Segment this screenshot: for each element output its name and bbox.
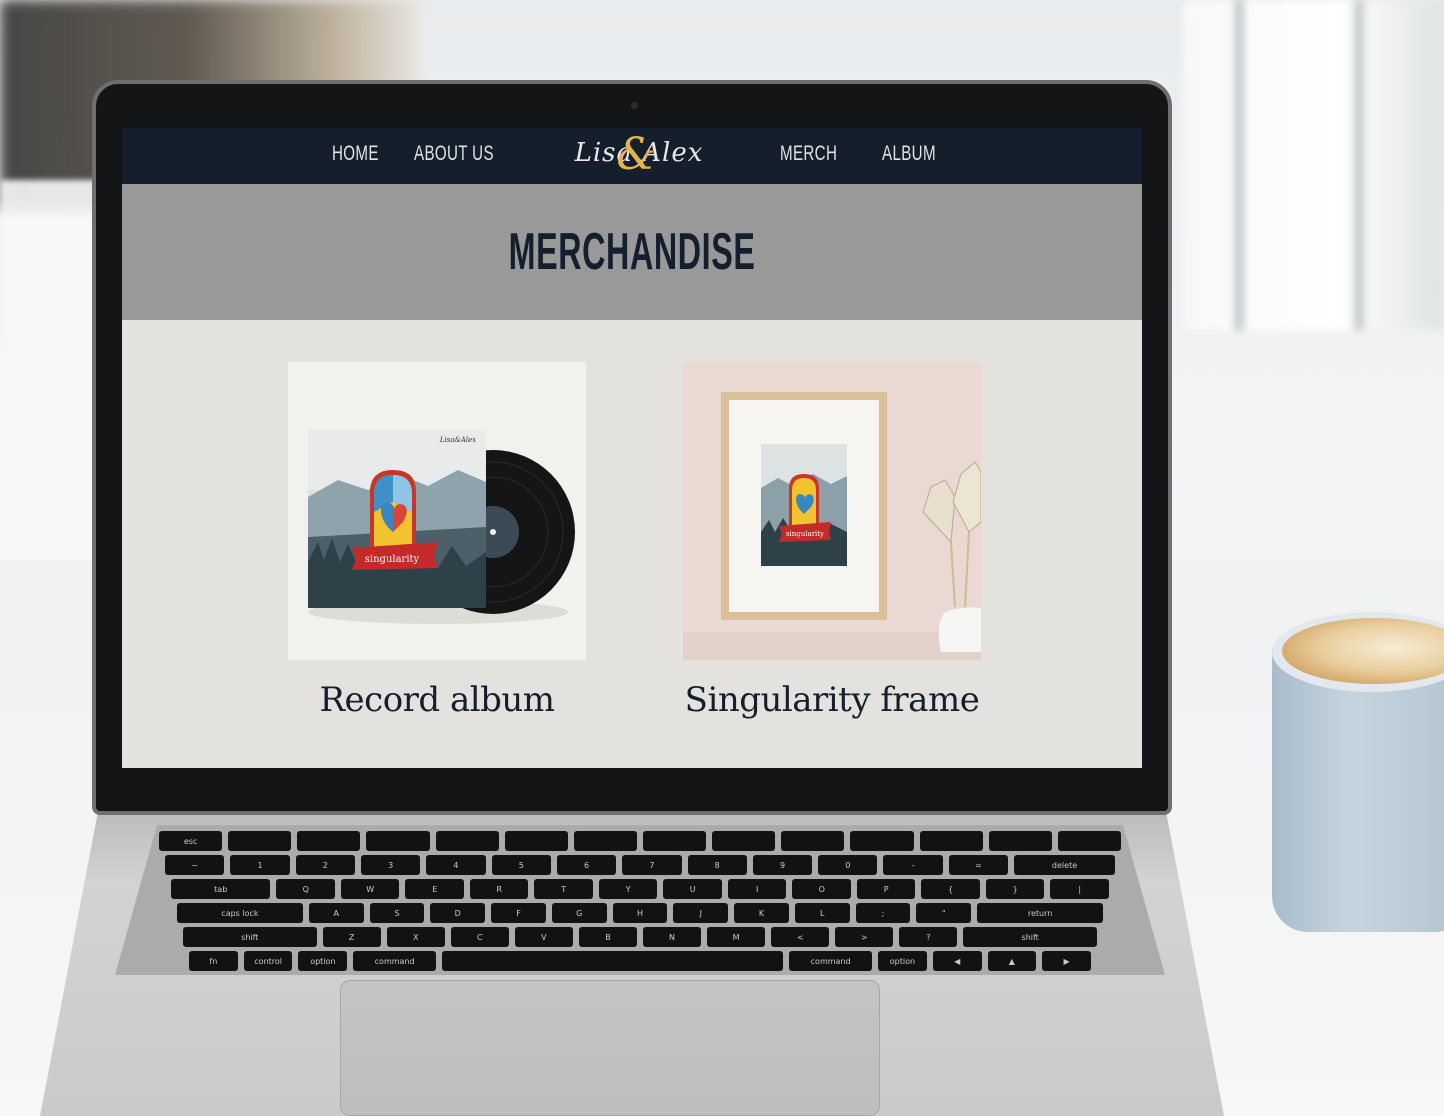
camera-icon (631, 102, 638, 109)
laptop-lid: HOME ABOUT US Lisa Alex & MERCH ALBUM ME… (92, 80, 1172, 815)
laptop-trackpad (340, 980, 880, 1116)
coffee-cup (1272, 612, 1444, 932)
vinyl-record-image[interactable]: singularity Lisa&Alex (288, 362, 586, 660)
product-name[interactable]: Record album (288, 680, 586, 720)
laptop-keyboard: esc ~1 2 3 4 5 6 7 8 9 0- = delete tab Q W E R T Y U I O P{} |… (115, 825, 1165, 975)
cover-brand: Lisa&Alex (439, 436, 476, 444)
logo-ampersand: & (616, 129, 656, 180)
framed-print-image[interactable]: singularity (683, 362, 981, 660)
product-grid: singularity Lisa&Alex Record album singu… (122, 320, 1142, 768)
page-header: MERCHANDISE (122, 184, 1142, 320)
nav-merch-link[interactable]: MERCH (780, 142, 837, 166)
brand-logo[interactable]: Lisa Alex & (554, 129, 724, 184)
page-title: MERCHANDISE (508, 223, 756, 281)
frame-cover-label: singularity (786, 530, 824, 538)
nav-album-link[interactable]: ALBUM (882, 142, 936, 166)
nav-about-link[interactable]: ABOUT US (414, 142, 494, 166)
product-name[interactable]: Singularity frame (683, 680, 981, 720)
cover-label: singularity (365, 554, 420, 565)
laptop-screen: HOME ABOUT US Lisa Alex & MERCH ALBUM ME… (122, 128, 1142, 768)
product-card-record[interactable]: singularity Lisa&Alex Record album (288, 362, 586, 720)
nav-home-link[interactable]: HOME (332, 142, 379, 166)
product-card-frame[interactable]: singularity Singularity frame (683, 362, 981, 720)
background-window (1184, 0, 1444, 330)
top-navbar: HOME ABOUT US Lisa Alex & MERCH ALBUM (122, 128, 1142, 184)
